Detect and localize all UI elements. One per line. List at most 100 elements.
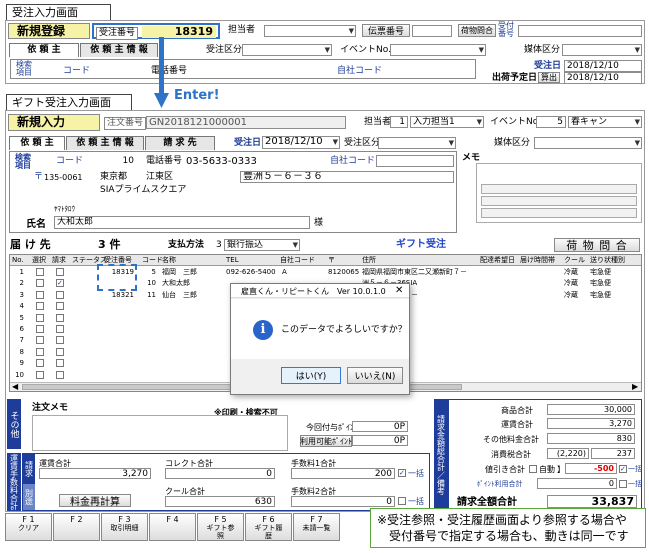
nebiki-ikkatsu-label: 一括 xyxy=(628,465,642,473)
gift-juchu-date[interactable]: 2018/12/10 xyxy=(262,136,340,149)
uketsuke-field[interactable] xyxy=(518,25,642,37)
row-select-checkbox[interactable] xyxy=(36,359,44,368)
row-select-checkbox[interactable] xyxy=(36,325,44,333)
tesuryo1-field[interactable]: 200 xyxy=(291,468,395,479)
riyo-point-button[interactable]: 利用可能ﾎﾟｲﾝﾄ xyxy=(300,435,352,447)
row-seikyu-checkbox[interactable] xyxy=(56,336,64,345)
row-select-checkbox[interactable] xyxy=(36,268,44,276)
gift-order-no-field[interactable]: GN2018121000001 xyxy=(146,116,346,129)
tesuryo2-ikkatsu-checkbox[interactable] xyxy=(398,497,406,505)
row-seikyu-checkbox[interactable] xyxy=(56,313,64,322)
denpyo-button[interactable]: 伝票番号 xyxy=(362,24,410,37)
fkey-button-f4[interactable]: F 4 xyxy=(149,513,196,541)
tesuryo1-ikkatsu-checkbox[interactable]: ✓ xyxy=(398,469,406,477)
unchin-field[interactable]: 3,270 xyxy=(39,468,151,479)
tab-irainushi[interactable]: 依 頼 主 xyxy=(9,43,79,57)
gift-event-no[interactable]: 5 xyxy=(536,116,566,128)
gift-tab-irainushi[interactable]: 依 頼 主 xyxy=(9,136,65,150)
row-seikyu-checkbox[interactable] xyxy=(56,359,64,368)
tab-irainushi-info[interactable]: 依 頼 主 情 報 xyxy=(80,43,158,57)
tesuryo2-field[interactable]: 0 xyxy=(291,496,395,507)
row-select-checkbox[interactable] xyxy=(36,279,44,288)
fkey-button-f5[interactable]: F 5 ギフト参照 xyxy=(197,513,244,541)
nebiki-field[interactable]: -500 xyxy=(565,463,617,474)
seikyu-total-field[interactable]: 33,837 xyxy=(547,495,637,508)
gift-code-value[interactable]: 10 xyxy=(100,156,134,167)
memo-line-1[interactable] xyxy=(481,184,637,194)
shohizei-paren-field[interactable]: (2,220) xyxy=(547,448,589,459)
shukka-date-field[interactable]: 2018/12/10 xyxy=(564,72,642,84)
memo-line-3[interactable] xyxy=(481,208,637,218)
gift-tab-seikyusaki[interactable]: 請 求 先 xyxy=(145,136,215,150)
unchin2-label: 運賃合計 xyxy=(501,420,533,429)
town-field[interactable]: 豊洲５－６－３６ xyxy=(240,171,454,183)
row-seikyu-checkbox[interactable] xyxy=(56,302,64,311)
gift-tab-irainushi-info[interactable]: 依 頼 主 情 報 xyxy=(66,136,144,150)
dialog-no-button[interactable]: いいえ(N) xyxy=(347,367,403,384)
row-seikyu-checkbox[interactable] xyxy=(56,268,64,276)
riyo-point-field[interactable]: 0P xyxy=(352,435,408,446)
nebiki-ikkatsu-checkbox[interactable]: ✓ xyxy=(619,465,627,473)
fkey-button-f1[interactable]: F 1 クリア xyxy=(5,513,52,541)
baitai-combo[interactable] xyxy=(562,44,642,56)
building-value[interactable]: SIAプライムスクエア xyxy=(100,185,186,196)
kana-value[interactable]: ﾔﾏﾄﾀﾛｳ xyxy=(54,204,75,215)
row-select-checkbox[interactable] xyxy=(36,290,44,299)
fkey-button-f7[interactable]: F 7 未請一覧 xyxy=(293,513,340,541)
point-riyo-field[interactable]: 0 xyxy=(537,478,617,489)
gift-tanto-no[interactable]: 1 xyxy=(390,116,408,128)
nimotsu-button[interactable]: 荷物問合 xyxy=(458,24,496,37)
payment-no[interactable]: 3 xyxy=(216,240,222,251)
pref-value[interactable]: 東京都 xyxy=(100,172,127,183)
juchu-date-field[interactable]: 2018/12/10 xyxy=(564,60,642,72)
row-seikyu-checkbox[interactable] xyxy=(56,370,64,379)
row-seikyu-checkbox[interactable] xyxy=(56,290,64,299)
dialog-message: このデータでよろしいですか？ xyxy=(281,325,407,335)
chumon-memo-label: 注文メモ xyxy=(32,403,69,413)
gift-order-kubun-combo[interactable] xyxy=(378,137,456,149)
row-select-checkbox[interactable] xyxy=(36,313,44,322)
row-seikyu-checkbox[interactable] xyxy=(56,347,64,356)
memo-line-2[interactable] xyxy=(481,196,637,206)
shohin-field[interactable]: 30,000 xyxy=(547,404,635,415)
cool-field[interactable]: 630 xyxy=(165,496,275,507)
dialog-close-icon[interactable]: ✕ xyxy=(395,285,403,296)
collect-field[interactable]: 0 xyxy=(165,468,275,479)
row-select-checkbox[interactable] xyxy=(36,370,44,379)
scroll-right-icon[interactable]: ▶ xyxy=(632,381,638,391)
fkey-button-f2[interactable]: F 2 xyxy=(53,513,100,541)
konkai-point-field[interactable]: 0P xyxy=(352,421,408,432)
saikeisan-button[interactable]: 料金再計算 xyxy=(59,494,131,508)
row-select-checkbox[interactable] xyxy=(36,347,44,356)
unchin2-field[interactable]: 3,270 xyxy=(547,418,635,429)
row-seikyu-checkbox[interactable] xyxy=(56,325,64,333)
gift-tel-value[interactable]: 03-5633-0333 xyxy=(186,156,257,167)
point-ikkatsu-checkbox[interactable] xyxy=(619,480,627,488)
name-field[interactable]: 大和太郎 xyxy=(54,216,310,229)
row-select-checkbox[interactable] xyxy=(36,302,44,311)
order-kubun-combo[interactable] xyxy=(242,44,332,56)
row-select-checkbox[interactable] xyxy=(36,336,44,345)
gift-tanto-combo[interactable]: 入力担当1 xyxy=(410,116,484,128)
shohizei-field[interactable]: 237 xyxy=(591,448,635,459)
tanto-combo[interactable] xyxy=(264,25,356,37)
jido-checkbox[interactable] xyxy=(529,465,537,473)
dialog-yes-button[interactable]: はい(Y) xyxy=(281,367,341,384)
gift-baitai-combo[interactable] xyxy=(534,137,642,149)
denpyo-field[interactable] xyxy=(412,25,452,37)
payment-combo[interactable]: 銀行振込 xyxy=(224,239,300,251)
sanshutsu-button[interactable]: 算出 xyxy=(538,72,560,83)
row-seikyu-checkbox[interactable]: ✓ xyxy=(56,279,64,288)
scroll-left-icon[interactable]: ◀ xyxy=(12,381,18,391)
postal-value[interactable]: 135-0061 xyxy=(44,172,83,183)
fkey-button-f6[interactable]: F 6 ギフト履歴 xyxy=(245,513,292,541)
gift-jisha-field[interactable] xyxy=(376,155,454,167)
city-value[interactable]: 江東区 xyxy=(146,172,173,183)
fkey-button-f3[interactable]: F 3 取引明細 xyxy=(101,513,148,541)
event-combo[interactable] xyxy=(390,44,486,56)
sonota-gokei-field[interactable]: 830 xyxy=(547,433,635,444)
chumon-memo-area[interactable] xyxy=(32,415,288,451)
gift-event-combo[interactable]: 春キャン xyxy=(568,116,642,128)
nimotsu-toiawase-button[interactable]: 荷 物 問 合 xyxy=(554,238,640,252)
memo-area[interactable] xyxy=(476,163,642,223)
